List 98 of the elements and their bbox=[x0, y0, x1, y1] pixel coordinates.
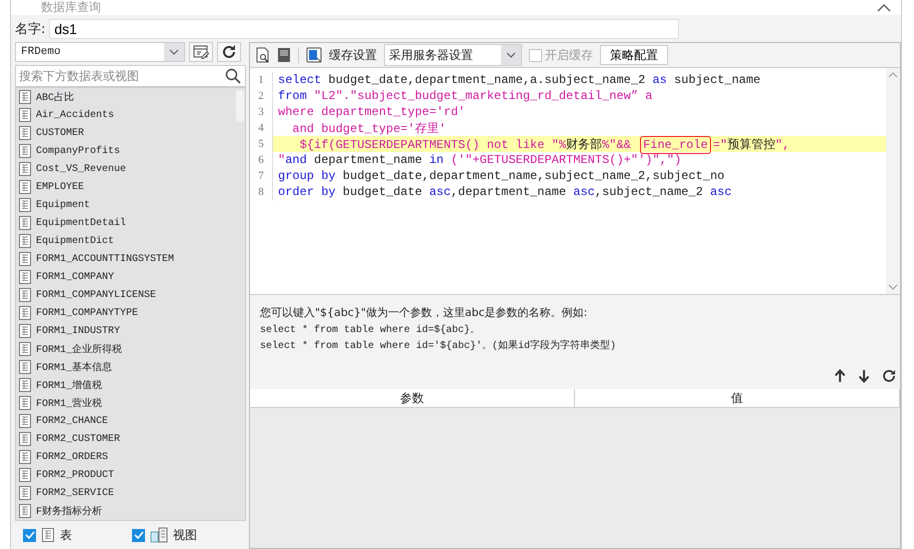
connection-dropdown[interactable]: FRDemo bbox=[15, 42, 185, 62]
code-line: and budget_type='存里' bbox=[291, 120, 446, 136]
edit-connection-button[interactable] bbox=[189, 42, 213, 62]
table-list-item[interactable]: FORM1_COMPANYTYPE bbox=[18, 304, 235, 322]
table-icon bbox=[18, 89, 32, 105]
table-list-item[interactable]: ABC占比 bbox=[18, 88, 235, 106]
filter-label: 表 bbox=[60, 526, 72, 544]
table-icon bbox=[18, 503, 32, 519]
table-icon bbox=[18, 179, 32, 195]
filter-label: 视图 bbox=[173, 526, 197, 544]
table-icon bbox=[18, 125, 32, 141]
sql-editor[interactable] bbox=[250, 67, 900, 295]
table-list-item[interactable]: FORM1_INDUSTRY bbox=[18, 322, 235, 340]
code-line: group by budget_date,department_name,subject_name_2,subject_no bbox=[278, 169, 724, 183]
table-icon bbox=[41, 527, 55, 543]
chevron-down-icon bbox=[506, 52, 516, 58]
line-number: 5 bbox=[250, 136, 273, 152]
preview-button[interactable] bbox=[256, 47, 270, 63]
table-list-item[interactable]: FORM2_CHANCE bbox=[18, 412, 235, 430]
chevron-down-icon bbox=[169, 49, 179, 55]
table-icon bbox=[18, 467, 32, 483]
table-icon bbox=[18, 485, 32, 501]
table-icon bbox=[18, 413, 32, 429]
code-line: ${if(GETUSERDEPARTMENTS() not like "%财务部%"&& Fine_role ="预算管控", bbox=[298, 136, 790, 152]
refresh-icon[interactable] bbox=[882, 369, 896, 383]
checkbox[interactable] bbox=[23, 528, 36, 542]
table-icon bbox=[18, 359, 32, 375]
scroll-down-icon bbox=[888, 284, 898, 290]
cache-icon bbox=[306, 47, 322, 63]
hint-text: 您可以键入"${abc}"做为一个参数，这里abc是参数的名称。例如: bbox=[260, 305, 588, 320]
table-icon bbox=[18, 305, 32, 321]
hint-text: select * from table where id=${abc}。 bbox=[260, 324, 482, 336]
table-list-item[interactable]: FORM1_增值税 bbox=[18, 376, 235, 394]
table-icon bbox=[18, 143, 32, 159]
table-list-item[interactable]: EMPLOYEE bbox=[18, 178, 235, 196]
refresh-icon bbox=[221, 44, 237, 60]
table-list-item[interactable]: FORM1_基本信息 bbox=[18, 358, 235, 376]
name-label: 名字: bbox=[15, 21, 46, 38]
code-line: order by budget_date asc,department_name asc,subject_name_2 asc bbox=[278, 185, 732, 199]
document-search-icon bbox=[256, 47, 270, 63]
scroll-up-icon bbox=[888, 72, 898, 78]
code-line: select budget_date,department_name,a.subject_name_2 as subject_name bbox=[278, 73, 761, 87]
column-header: 参数 bbox=[250, 389, 575, 407]
check-icon bbox=[134, 531, 144, 539]
code-line: from "L2"."subject_budget_marketing_rd_detail_new” a bbox=[278, 89, 652, 103]
check-icon bbox=[24, 531, 34, 539]
table-list-item[interactable]: FORM1_营业税 bbox=[18, 394, 235, 412]
table-icon bbox=[18, 395, 32, 411]
table-list-item[interactable]: FORM1_企业所得税 bbox=[18, 340, 235, 358]
code-line: where department_type='rd' bbox=[278, 105, 466, 119]
table-list-item[interactable]: FORM1_ACCOUNTTINGSYSTEM bbox=[18, 250, 235, 268]
table-icon bbox=[18, 197, 32, 213]
table-icon bbox=[18, 215, 32, 231]
table-list-item[interactable]: F财务指标分析 bbox=[18, 502, 235, 520]
table-list-item[interactable]: Cost_VS_Revenue bbox=[18, 160, 235, 178]
column-header: 值 bbox=[575, 389, 900, 407]
cache-settings-label: 缓存设置 bbox=[329, 46, 377, 64]
strategy-config-button[interactable]: 策略配置 bbox=[600, 45, 668, 65]
search-field[interactable]: 搜索下方数据表或视图 bbox=[15, 65, 246, 87]
table-icon bbox=[18, 269, 32, 285]
checkbox[interactable] bbox=[132, 528, 145, 542]
table-list-item[interactable]: FORM2_SERVICE bbox=[18, 484, 235, 502]
scrollbar[interactable] bbox=[886, 68, 900, 294]
table-icon bbox=[18, 287, 32, 303]
table-icon bbox=[18, 161, 32, 177]
table-list-item[interactable]: FORM1_COMPANY bbox=[18, 268, 235, 286]
table-list-item[interactable]: EquipmentDict bbox=[18, 232, 235, 250]
sql-button[interactable] bbox=[277, 47, 291, 63]
code-line: "and department_name in ('"+GETUSERDEPARTMENTS()+"')",") bbox=[278, 153, 682, 167]
window-title: 数据库查询 bbox=[41, 0, 101, 15]
view-icon bbox=[150, 527, 168, 543]
sql-document-icon bbox=[277, 47, 291, 63]
table-list-item[interactable]: FORM2_ORDERS bbox=[18, 448, 235, 466]
table-list-item[interactable]: FORM1_COMPANYLICENSE bbox=[18, 286, 235, 304]
table-icon bbox=[18, 323, 32, 339]
cache-mode-dropdown[interactable]: 采用服务器设置 bbox=[384, 44, 522, 66]
arrow-down-icon[interactable] bbox=[858, 369, 870, 383]
table-list-item[interactable]: Air_Accidents bbox=[18, 106, 235, 124]
hint-text: select * from table where id='${abc}'。(如果id字段为字符串类型) bbox=[260, 338, 618, 352]
table-icon bbox=[18, 449, 32, 465]
table-icon bbox=[18, 377, 32, 393]
edit-icon bbox=[193, 45, 209, 59]
search-icon bbox=[225, 68, 241, 84]
collapse-icon[interactable] bbox=[877, 2, 891, 12]
table-list-item[interactable]: CompanyProfits bbox=[18, 142, 235, 160]
table-list-item[interactable]: FORM2_PRODUCT bbox=[18, 466, 235, 484]
table-list-item[interactable]: FORM2_CUSTOMER bbox=[18, 430, 235, 448]
table-icon bbox=[18, 233, 32, 249]
table-icon bbox=[18, 431, 32, 447]
name-field[interactable]: ds1 bbox=[49, 19, 680, 39]
table-icon bbox=[18, 251, 32, 267]
refresh-button[interactable] bbox=[217, 42, 241, 62]
table-icon bbox=[18, 341, 32, 357]
table-list-item[interactable]: CUSTOMER bbox=[18, 124, 235, 142]
table-icon bbox=[18, 107, 32, 123]
arrow-up-icon[interactable] bbox=[834, 369, 846, 383]
table-list-item[interactable]: Equipment bbox=[18, 196, 235, 214]
table-list-item[interactable]: EquipmentDetail bbox=[18, 214, 235, 232]
